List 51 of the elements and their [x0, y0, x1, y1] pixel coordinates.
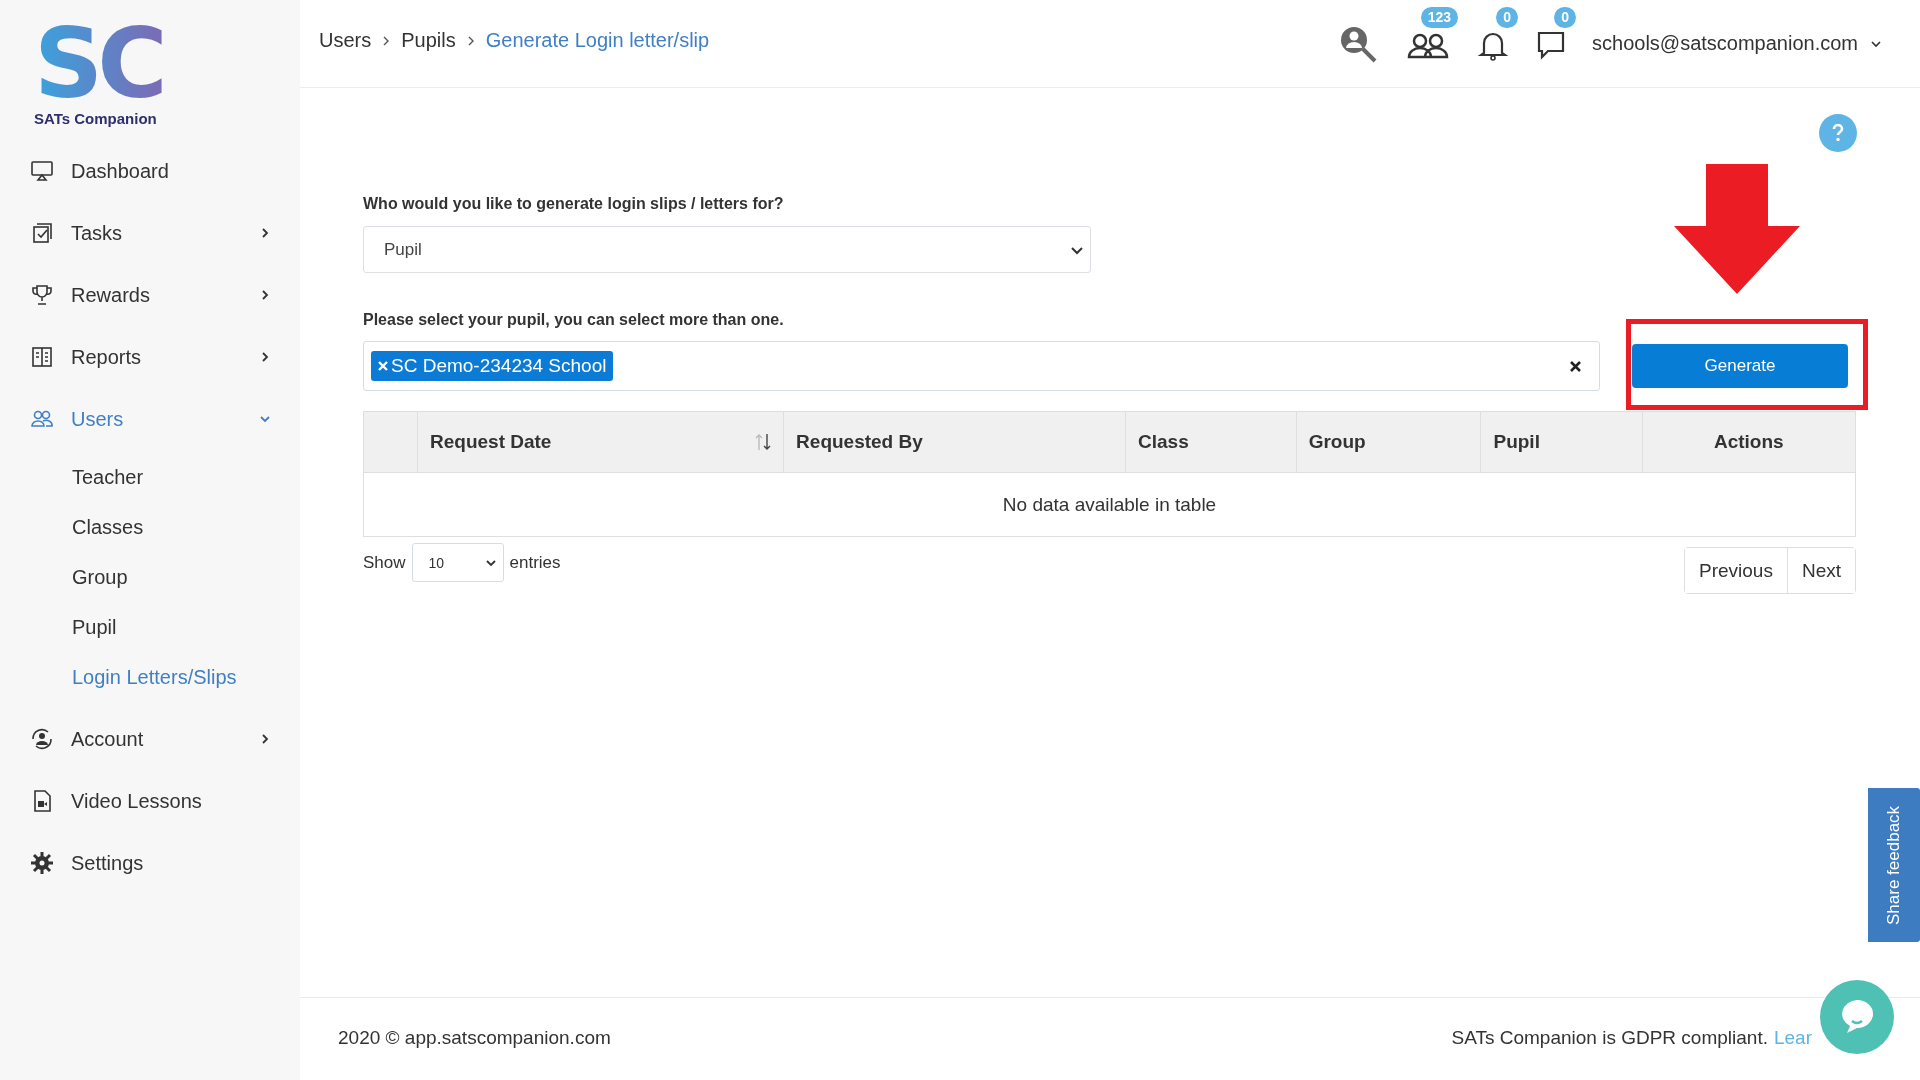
- column-header[interactable]: Request Date: [417, 411, 784, 473]
- nav-item[interactable]: Rewards: [0, 264, 300, 326]
- pupil-multiselect[interactable]: SC Demo-234234 School: [363, 341, 1600, 391]
- show-label: Show: [363, 552, 406, 573]
- feedback-tab[interactable]: Share feedback: [1868, 788, 1920, 942]
- gdpr-text: SATs Companion is GDPR compliant.: [1451, 1026, 1768, 1049]
- nav-item[interactable]: Settings: [0, 832, 300, 894]
- page-size-select[interactable]: 10: [411, 543, 504, 582]
- column-header: Pupil: [1481, 411, 1643, 473]
- column-header: Requested By: [783, 411, 1126, 473]
- generate-button[interactable]: Generate: [1632, 344, 1848, 388]
- audience-select[interactable]: Pupil: [363, 226, 1091, 273]
- submenu-item[interactable]: Pupil: [0, 602, 300, 652]
- question-icon: [1832, 124, 1844, 142]
- selected-tag[interactable]: SC Demo-234234 School: [371, 351, 614, 381]
- breadcrumb-link[interactable]: Pupils: [401, 29, 456, 52]
- submenu-item[interactable]: Teacher: [0, 452, 300, 502]
- submenu-item[interactable]: Group: [0, 552, 300, 602]
- empty-message: No data available in table: [363, 472, 1856, 537]
- copyright-text: 2020 © app.satscompanion.com: [338, 1026, 611, 1049]
- nav-item[interactable]: Video Lessons: [0, 770, 300, 832]
- nav-item[interactable]: Users: [0, 388, 300, 450]
- user-email[interactable]: schools@satscompanion.com: [1592, 32, 1858, 55]
- page-button[interactable]: Next: [1786, 548, 1855, 593]
- report-icon: [30, 345, 54, 369]
- gear-icon: [30, 851, 54, 875]
- sort-icon: [755, 432, 772, 452]
- column-header: Class: [1125, 411, 1297, 473]
- count-badge: 0: [1496, 6, 1518, 28]
- nav-item[interactable]: Tasks: [0, 202, 300, 264]
- breadcrumb-link[interactable]: Generate Login letter/slip: [485, 29, 710, 52]
- nav-item[interactable]: Dashboard: [0, 140, 300, 202]
- trophy-icon: [30, 283, 54, 307]
- field-label: Who would you like to generate login slips / letters for?: [363, 195, 785, 213]
- count-badge: 0: [1554, 6, 1576, 28]
- breadcrumb-link[interactable]: Users: [319, 29, 372, 52]
- checklist-icon: [30, 221, 54, 245]
- logo-name: SATs Companion: [34, 110, 157, 127]
- entries-label: entries: [509, 552, 561, 573]
- column-header: Group: [1296, 411, 1481, 473]
- nav-item[interactable]: Reports: [0, 326, 300, 388]
- submenu-item[interactable]: Classes: [0, 502, 300, 552]
- submenu-item[interactable]: Login Letters/Slips: [0, 652, 300, 702]
- nav-item[interactable]: Account: [0, 708, 300, 770]
- count-badge: 123: [1420, 6, 1458, 28]
- monitor-icon: [30, 159, 54, 183]
- column-header: Actions: [1642, 411, 1856, 473]
- account-icon: [30, 727, 54, 751]
- clear-icon[interactable]: [1570, 360, 1581, 372]
- remove-icon[interactable]: [378, 361, 388, 371]
- field-label: Please select your pupil, you can select more than one.: [363, 311, 785, 329]
